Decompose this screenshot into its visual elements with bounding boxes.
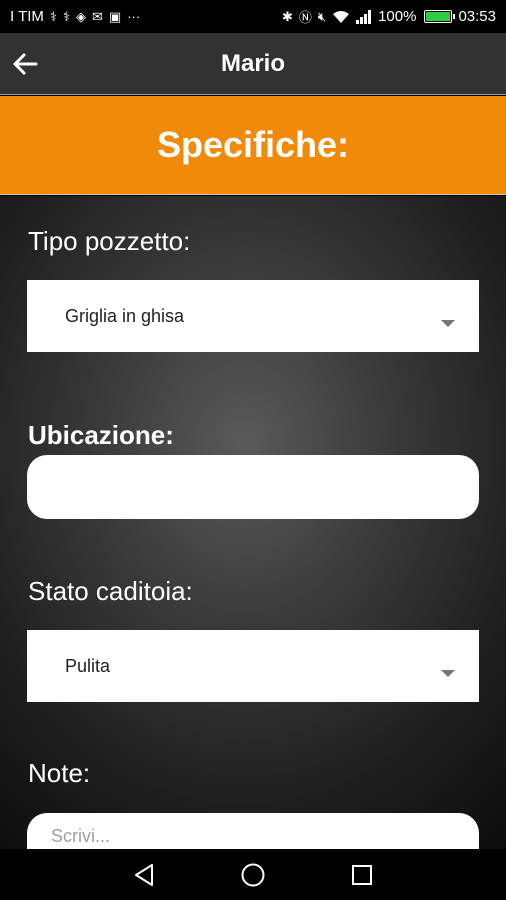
ubicazione-label: Ubicazione:	[28, 420, 174, 450]
section-header: Specifiche:	[0, 96, 506, 195]
tipo-pozzetto-select[interactable]: Griglia in ghisa	[27, 280, 479, 352]
wifi-icon	[333, 10, 350, 23]
more-icon: ···	[127, 9, 141, 24]
dropdown-arrow-icon	[441, 670, 455, 677]
bluetooth-icon: ✱	[281, 8, 293, 24]
battery-fill	[426, 12, 451, 21]
triangle-back-icon	[135, 863, 154, 886]
stato-caditoia-label: Stato caditoia:	[28, 576, 193, 606]
section-title: Specifiche:	[156, 124, 350, 165]
square-recents-icon	[351, 864, 372, 885]
app-title: Mario	[220, 49, 285, 77]
usb-icon: ⚕	[49, 8, 57, 24]
app-bar: Mario	[0, 33, 506, 95]
stato-caditoia-select[interactable]: Pulita	[27, 630, 479, 702]
battery-percent: 100%	[378, 8, 417, 25]
navigation-bar	[0, 849, 506, 900]
circle-home-icon	[241, 863, 265, 886]
location-icon: ◈	[75, 8, 86, 24]
back-button[interactable]	[8, 47, 42, 81]
stato-caditoia-value: Pulita	[65, 655, 111, 676]
form-content[interactable]: Tipo pozzetto: Griglia in ghisa Ubicazio…	[0, 196, 506, 849]
status-right: ✱ Ⓝ 🔇︎ 100% 03:53	[282, 7, 496, 26]
carrier-label: I TIM	[10, 8, 44, 25]
status-bar: I TIM ⚕ ⚕ ◈ ✉ ▣ ··· ✱ Ⓝ 🔇︎ 100% 03:53	[0, 0, 506, 33]
note-input[interactable]	[27, 813, 479, 849]
nav-back-button[interactable]	[124, 855, 164, 895]
clock: 03:53	[458, 8, 496, 25]
mute-icon: 🔇︎	[317, 8, 327, 24]
nav-home-button[interactable]	[233, 855, 273, 895]
status-left: I TIM ⚕ ⚕ ◈ ✉ ▣ ···	[10, 8, 140, 25]
tipo-pozzetto-label: Tipo pozzetto:	[28, 226, 191, 256]
ubicazione-input[interactable]	[27, 455, 479, 519]
signal-icon	[356, 9, 372, 24]
dropdown-arrow-icon	[441, 320, 455, 327]
nfc-icon: Ⓝ	[298, 10, 312, 25]
note-label: Note:	[28, 758, 91, 788]
mail-icon: ✉	[91, 8, 103, 24]
arrow-left-icon	[13, 53, 38, 75]
tipo-pozzetto-value: Griglia in ghisa	[65, 305, 185, 326]
battery-icon	[424, 10, 456, 23]
usb-icon: ⚕	[62, 8, 70, 24]
app-icon: ▣	[108, 8, 122, 24]
nav-recents-button[interactable]	[342, 855, 382, 895]
